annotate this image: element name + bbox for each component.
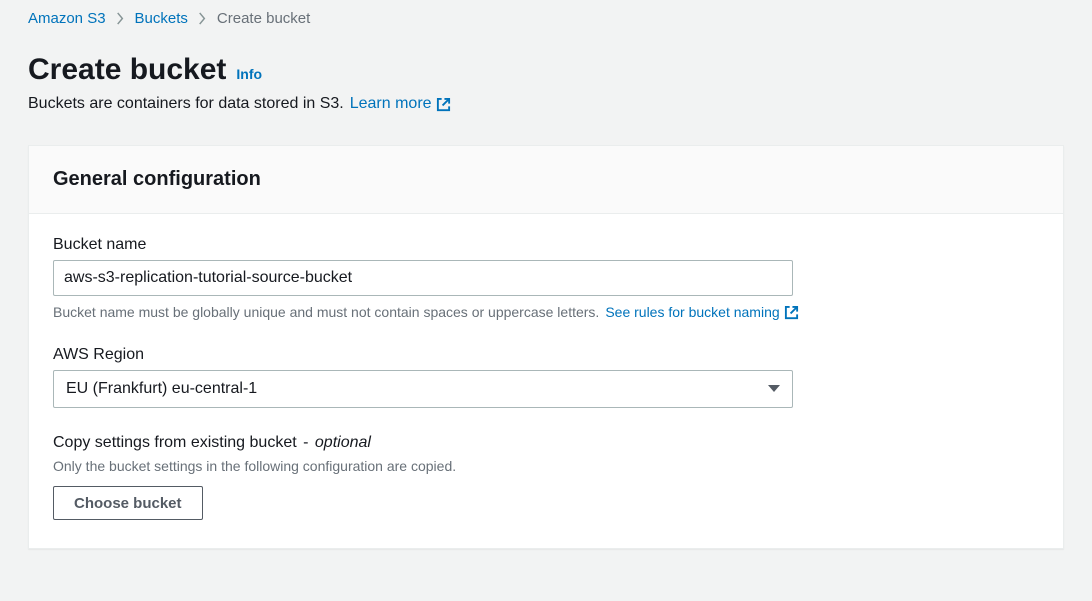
caret-down-icon (768, 385, 780, 393)
bucket-name-field: Bucket name Bucket name must be globally… (53, 236, 1039, 320)
copy-settings-label-text: Copy settings from existing bucket (53, 434, 297, 451)
bucket-naming-rules-label: See rules for bucket naming (605, 304, 779, 320)
aws-region-field: AWS Region EU (Frankfurt) eu-central-1 (53, 346, 1039, 408)
breadcrumb-buckets[interactable]: Buckets (135, 10, 188, 27)
copy-settings-field: Copy settings from existing bucket - opt… (53, 434, 1039, 520)
breadcrumb-current: Create bucket (217, 10, 310, 27)
bucket-name-input[interactable] (53, 260, 793, 296)
external-link-icon (784, 305, 799, 320)
learn-more-link[interactable]: Learn more (350, 95, 451, 113)
page-header: Create bucket Info Buckets are container… (0, 35, 1092, 119)
copy-settings-optional: optional (315, 434, 371, 451)
aws-region-select[interactable]: EU (Frankfurt) eu-central-1 (53, 370, 793, 408)
panel-header: General configuration (29, 146, 1063, 214)
chevron-right-icon (198, 12, 207, 25)
chevron-right-icon (116, 12, 125, 25)
aws-region-value: EU (Frankfurt) eu-central-1 (66, 380, 257, 398)
info-link[interactable]: Info (236, 66, 262, 82)
bucket-name-label: Bucket name (53, 236, 1039, 254)
choose-bucket-button[interactable]: Choose bucket (53, 486, 203, 520)
learn-more-label: Learn more (350, 95, 432, 113)
bucket-naming-rules-link[interactable]: See rules for bucket naming (605, 304, 798, 320)
bucket-name-help: Bucket name must be globally unique and … (53, 304, 599, 320)
page-description: Buckets are containers for data stored i… (28, 95, 344, 113)
page-title: Create bucket (28, 53, 226, 87)
aws-region-label: AWS Region (53, 346, 1039, 364)
copy-settings-desc: Only the bucket settings in the followin… (53, 458, 1039, 474)
breadcrumb: Amazon S3 Buckets Create bucket (0, 0, 1092, 35)
general-config-panel: General configuration Bucket name Bucket… (28, 145, 1064, 549)
breadcrumb-amazon-s3[interactable]: Amazon S3 (28, 10, 106, 27)
panel-title: General configuration (53, 168, 1039, 191)
copy-settings-label: Copy settings from existing bucket - opt… (53, 434, 1039, 452)
external-link-icon (436, 97, 451, 112)
